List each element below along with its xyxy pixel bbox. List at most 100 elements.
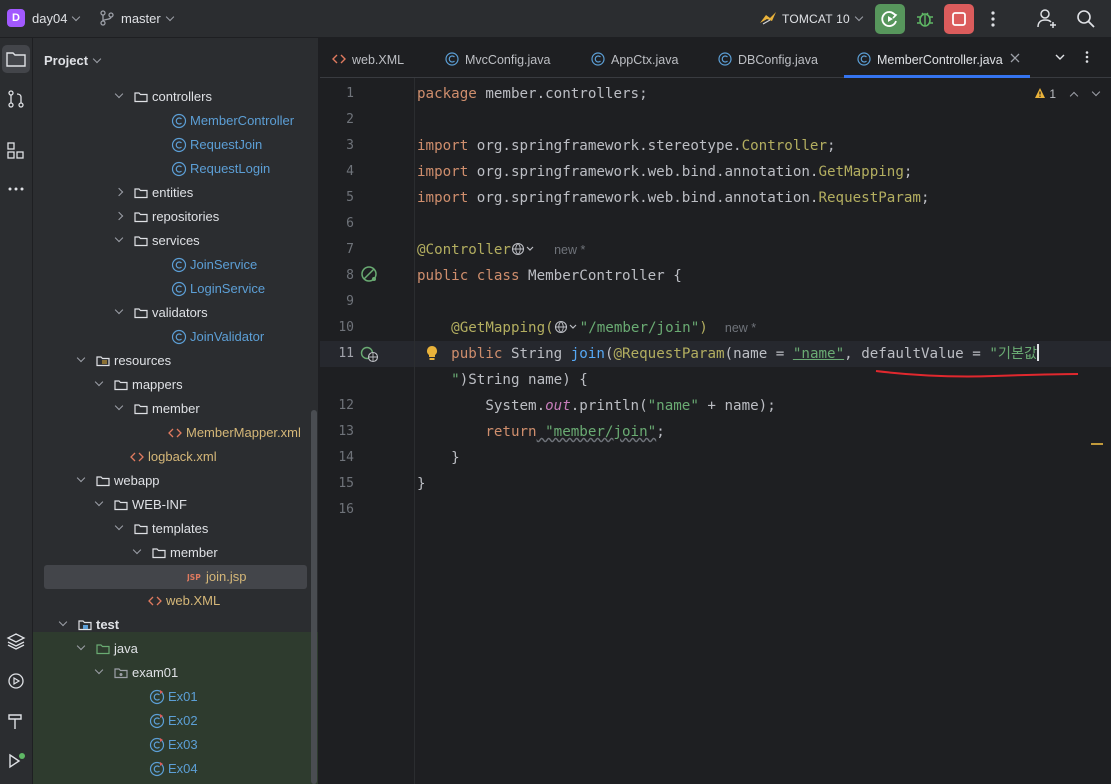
- code-line-1[interactable]: package member.controllers;: [417, 81, 648, 107]
- globe-icon[interactable]: [511, 242, 537, 256]
- line-number[interactable]: 14: [320, 445, 354, 471]
- line-number[interactable]: 12: [320, 393, 354, 419]
- tree-item-mappers[interactable]: mappers: [33, 373, 318, 397]
- chevron-down-icon[interactable]: [132, 545, 142, 555]
- project-switcher[interactable]: day04: [32, 11, 81, 26]
- inspection-widget[interactable]: 1: [1034, 87, 1100, 101]
- tree-item-requestjoin[interactable]: RequestJoin: [33, 133, 318, 157]
- tree-item-member[interactable]: member: [33, 397, 318, 421]
- project-tool-button[interactable]: [2, 45, 30, 73]
- chevron-down-icon[interactable]: [76, 473, 86, 483]
- tree-item-repositories[interactable]: repositories: [33, 205, 318, 229]
- code-line-8[interactable]: public class MemberController {: [417, 263, 682, 289]
- tree-item-resources[interactable]: resources: [33, 349, 318, 373]
- tree-item-member[interactable]: member: [33, 541, 318, 565]
- close-icon[interactable]: [1009, 52, 1021, 64]
- project-view-selector[interactable]: Project: [44, 53, 102, 68]
- tree-item-web-inf[interactable]: WEB-INF: [33, 493, 318, 517]
- code-line-12[interactable]: System.out.println("name" + name);: [417, 393, 775, 419]
- services-tool-button[interactable]: [2, 627, 30, 655]
- globe-icon[interactable]: [554, 320, 580, 334]
- chevron-down-icon[interactable]: [58, 617, 68, 627]
- line-number[interactable]: 3: [320, 133, 354, 159]
- run-tool-button[interactable]: [2, 667, 30, 695]
- tree-item-web-xml[interactable]: web.XML: [33, 589, 318, 613]
- tree-item-logback-xml[interactable]: logback.xml: [33, 445, 318, 469]
- chevron-down-icon[interactable]: [94, 665, 104, 675]
- debug-button[interactable]: [910, 4, 940, 34]
- chevron-down-icon[interactable]: [76, 641, 86, 651]
- line-number[interactable]: 13: [320, 419, 354, 445]
- chevron-down-icon[interactable]: [114, 233, 124, 243]
- chevron-down-icon[interactable]: [76, 353, 86, 363]
- line-number[interactable]: 5: [320, 185, 354, 211]
- git-branch-icon[interactable]: [99, 10, 115, 26]
- tree-item-joinvalidator[interactable]: JoinValidator: [33, 325, 318, 349]
- line-number[interactable]: 2: [320, 107, 354, 133]
- tree-item-webapp[interactable]: webapp: [33, 469, 318, 493]
- tree-item-templates[interactable]: templates: [33, 517, 318, 541]
- line-number[interactable]: 4: [320, 159, 354, 185]
- code-line-14[interactable]: }: [417, 445, 460, 471]
- tree-item-services[interactable]: services: [33, 229, 318, 253]
- tree-item-java[interactable]: java: [33, 637, 318, 661]
- code-with-me-button[interactable]: [1032, 4, 1062, 34]
- code-line-3[interactable]: import org.springframework.stereotype.Co…: [417, 133, 836, 159]
- code-line-10[interactable]: @GetMapping("/member/join") new *: [417, 315, 756, 341]
- author-hint[interactable]: new *: [554, 243, 585, 257]
- stop-button[interactable]: [944, 4, 974, 34]
- chevron-down-icon[interactable]: [114, 89, 124, 99]
- tree-item-loginservice[interactable]: LoginService: [33, 277, 318, 301]
- code-line-7[interactable]: @Controller new *: [417, 237, 585, 263]
- tree-item-requestlogin[interactable]: RequestLogin: [33, 157, 318, 181]
- chevron-right-icon[interactable]: [114, 211, 124, 221]
- chevron-down-icon[interactable]: [94, 497, 104, 507]
- tree-item-joinservice[interactable]: JoinService: [33, 253, 318, 277]
- more-vertical-icon[interactable]: [1080, 50, 1094, 64]
- tree-item-ex03[interactable]: Ex03: [33, 733, 318, 757]
- chevron-down-icon[interactable]: [1053, 50, 1067, 64]
- line-number[interactable]: 6: [320, 211, 354, 237]
- chevron-down-icon[interactable]: [114, 305, 124, 315]
- spring-endpoint-icon[interactable]: [360, 345, 378, 363]
- tree-item-ex02[interactable]: Ex02: [33, 709, 318, 733]
- code-line-11-wrap[interactable]: ")String name) {: [417, 367, 588, 393]
- code-line-4[interactable]: import org.springframework.web.bind.anno…: [417, 159, 912, 185]
- structure-tool-button[interactable]: [2, 136, 30, 164]
- line-number[interactable]: 1: [320, 81, 354, 107]
- line-number[interactable]: 8: [320, 263, 354, 289]
- build-tool-button[interactable]: [2, 707, 30, 735]
- more-tools-button[interactable]: [2, 175, 30, 203]
- chevron-down-icon[interactable]: [114, 521, 124, 531]
- tree-item-test[interactable]: test: [33, 613, 318, 637]
- chevron-up-icon[interactable]: [1070, 91, 1079, 101]
- rerun-button[interactable]: [875, 4, 905, 34]
- branch-switcher[interactable]: master: [121, 11, 174, 26]
- line-number[interactable]: 10: [320, 315, 354, 341]
- spring-bean-icon[interactable]: [360, 265, 378, 283]
- tree-item-exam01[interactable]: exam01: [33, 661, 318, 685]
- chevron-down-icon[interactable]: [94, 377, 104, 387]
- tree-item-ex01[interactable]: Ex01: [33, 685, 318, 709]
- chevron-down-icon[interactable]: [114, 401, 124, 411]
- line-number[interactable]: 9: [320, 289, 354, 315]
- tree-item-controllers[interactable]: controllers: [33, 85, 318, 109]
- project-badge[interactable]: D: [7, 9, 25, 27]
- line-number[interactable]: 11: [320, 341, 354, 367]
- line-number[interactable]: 15: [320, 471, 354, 497]
- warning-stripe-marker[interactable]: [1091, 443, 1103, 445]
- tree-item-membercontroller[interactable]: MemberController: [33, 109, 318, 133]
- code-line-5[interactable]: import org.springframework.web.bind.anno…: [417, 185, 930, 211]
- chevron-down-icon[interactable]: [1091, 87, 1100, 97]
- code-line-15[interactable]: }: [417, 471, 426, 497]
- tree-item-join-jsp[interactable]: JSP join.jsp: [44, 565, 307, 589]
- commit-tool-button[interactable]: [2, 85, 30, 113]
- code-line-13[interactable]: return "member/join";: [417, 419, 664, 445]
- code-line-11[interactable]: public String join(@RequestParam(name = …: [417, 341, 1039, 367]
- run-config-selector[interactable]: TOMCAT 10: [782, 12, 864, 26]
- tree-item-membermapper-xml[interactable]: MemberMapper.xml: [33, 421, 318, 445]
- chevron-right-icon[interactable]: [114, 187, 124, 197]
- more-actions-button[interactable]: [978, 4, 1008, 34]
- line-number[interactable]: 16: [320, 497, 354, 523]
- author-hint[interactable]: new *: [725, 321, 756, 335]
